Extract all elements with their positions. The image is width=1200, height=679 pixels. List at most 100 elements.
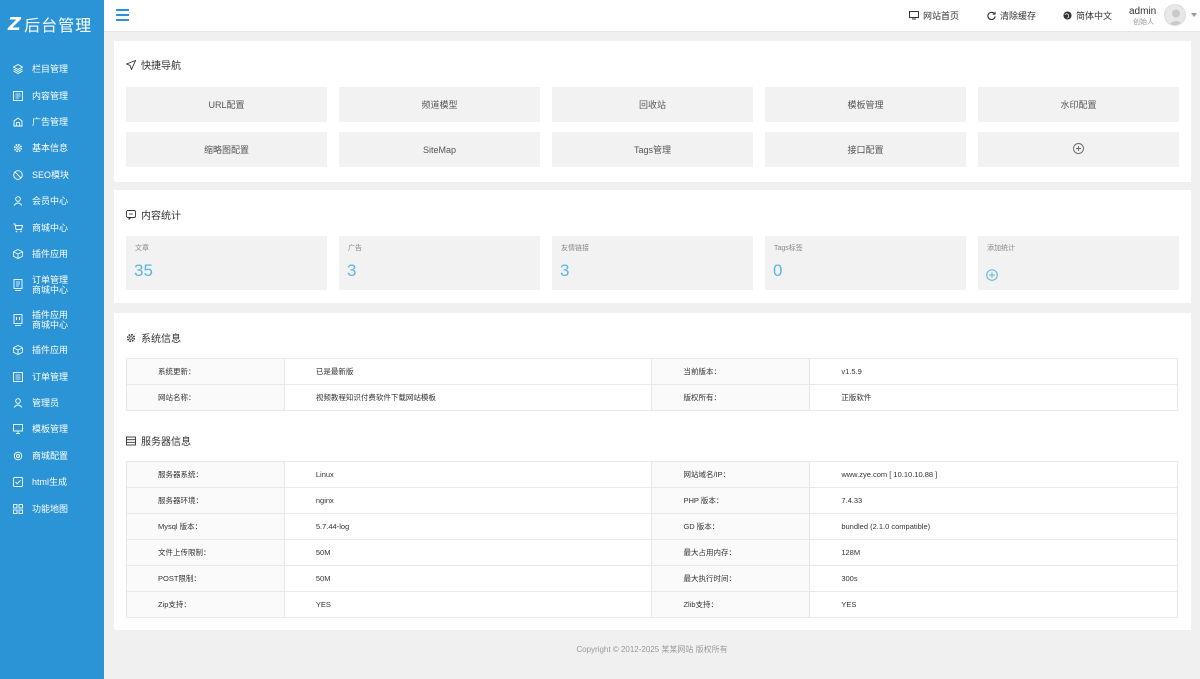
chevron-down-icon[interactable] bbox=[1191, 13, 1197, 17]
sidebar-item[interactable]: 基本信息 bbox=[0, 135, 104, 161]
info-key: 最大占用内存： bbox=[651, 539, 811, 566]
stat-card[interactable]: 添加统计 bbox=[978, 236, 1179, 290]
info-key: 服务器系统： bbox=[126, 461, 285, 488]
quick-nav-button[interactable]: 缩略图配置 bbox=[126, 132, 327, 167]
brand-title: 后台管理 bbox=[24, 18, 93, 35]
sidebar-menu: 栏目管理 内容管理 广告管理 基本信息 SEO模块 会员中心 商城中心 插件应用 订单管理 商城中… bbox=[0, 56, 104, 522]
quick-nav-panel: 快捷导航 URL配置 频道模型 回收站 模板管理 水印配置缩略图配置 SiteMap Tag… bbox=[114, 41, 1191, 182]
logo-mark: Z bbox=[8, 13, 23, 35]
logo[interactable]: Z 后台管理 bbox=[0, 0, 104, 48]
stat-value: 3 bbox=[347, 261, 357, 280]
info-key: Mysql 版本： bbox=[126, 513, 285, 540]
admin-name[interactable]: admin bbox=[1129, 6, 1156, 17]
info-value: nginx bbox=[283, 487, 653, 514]
info-value: YES bbox=[809, 591, 1178, 618]
quick-nav-title-text: 快捷导航 bbox=[141, 61, 181, 72]
sidebar: Z 后台管理 栏目管理 内容管理 广告管理 基本信息 SEO模块 会员中心 商城中心 插件应用… bbox=[0, 0, 104, 679]
server-info-title: 服务器信息 bbox=[126, 433, 191, 448]
admin-role: 创始人 bbox=[1133, 19, 1154, 26]
sidebar-item[interactable]: 商城中心 bbox=[0, 214, 104, 240]
info-key: PHP 版本： bbox=[651, 487, 811, 514]
stat-label: 文章 bbox=[135, 245, 149, 252]
content-stats-title-text: 内容统计 bbox=[141, 211, 181, 222]
cube-icon bbox=[12, 345, 23, 356]
sidebar-item[interactable]: 栏目管理 bbox=[0, 56, 104, 82]
monitor-icon bbox=[909, 11, 919, 20]
chat-icon bbox=[126, 209, 136, 220]
quick-nav-button[interactable]: SiteMap bbox=[339, 132, 540, 167]
cube-icon bbox=[12, 248, 23, 259]
system-info-panel: 系统信息 系统更新： 已是最新版 当前版本： v1.5.9 网站名称： 视频教程知识付费软… bbox=[114, 313, 1191, 630]
table-row: 服务器环境： nginx PHP 版本： 7.4.33 bbox=[126, 487, 1178, 514]
sidebar-item-label: 栏目管理 bbox=[32, 64, 69, 75]
quick-nav-button[interactable]: 频道模型 bbox=[339, 87, 540, 122]
settings-icon bbox=[12, 450, 23, 461]
info-value: 正版软件 bbox=[809, 384, 1178, 411]
sidebar-item[interactable]: 插件应用 商城中心 bbox=[0, 302, 104, 337]
info-value: 视频教程知识付费软件下载网站模板 bbox=[283, 384, 653, 411]
quick-nav-button[interactable]: 回收站 bbox=[552, 87, 753, 122]
quick-nav-title: 快捷导航 bbox=[126, 57, 181, 72]
sidebar-item[interactable]: 订单管理 商城中心 bbox=[0, 267, 104, 302]
sidebar-item[interactable]: 插件应用 bbox=[0, 337, 104, 363]
sidebar-item[interactable]: 商城配置 bbox=[0, 443, 104, 469]
quick-nav-button[interactable]: 模板管理 bbox=[765, 87, 966, 122]
monitor-icon bbox=[12, 424, 23, 435]
plus-circle-icon bbox=[1073, 143, 1084, 156]
send-icon bbox=[126, 59, 136, 70]
info-key: 版权所有： bbox=[651, 384, 811, 411]
clear-cache-button[interactable]: 清除缓存 bbox=[987, 9, 1036, 22]
quick-nav-button[interactable]: 水印配置 bbox=[978, 87, 1179, 122]
sidebar-item-label: 会员中心 bbox=[32, 196, 69, 207]
sidebar-item[interactable]: 管理员 bbox=[0, 390, 104, 416]
site-home-link[interactable]: 网站首页 bbox=[909, 9, 959, 22]
sidebar-item[interactable]: 内容管理 bbox=[0, 82, 104, 108]
sidebar-item-label: 模板管理 bbox=[32, 424, 69, 435]
quick-nav-button[interactable]: Tags管理 bbox=[552, 132, 753, 167]
info-value: 128M bbox=[809, 539, 1178, 566]
stat-label: Tags标签 bbox=[774, 245, 803, 252]
sidebar-item-label: 插件应用 商城中心 bbox=[32, 309, 69, 330]
add-quick-nav-button[interactable] bbox=[978, 132, 1179, 167]
refresh-icon bbox=[987, 11, 996, 20]
hamburger-icon[interactable] bbox=[116, 9, 129, 21]
table-row: 文件上传限制： 50M 最大占用内存： 128M bbox=[126, 539, 1178, 566]
sidebar-item[interactable]: 会员中心 bbox=[0, 188, 104, 214]
sidebar-item[interactable]: 广告管理 bbox=[0, 109, 104, 135]
plugin-icon bbox=[12, 313, 23, 326]
sidebar-item-label: 广告管理 bbox=[32, 116, 69, 127]
content-stats-title: 内容统计 bbox=[126, 207, 181, 222]
grid-icon bbox=[12, 503, 23, 514]
sidebar-item-label: 管理员 bbox=[32, 398, 60, 409]
stat-card: Tags标签 0 bbox=[765, 236, 966, 290]
info-key: 当前版本： bbox=[651, 358, 811, 385]
info-key: POST限制： bbox=[126, 565, 285, 592]
sidebar-item[interactable]: 模板管理 bbox=[0, 416, 104, 442]
sidebar-item-label: html生成 bbox=[32, 477, 68, 488]
server-info-title-text: 服务器信息 bbox=[141, 437, 191, 448]
table-row: Mysql 版本： 5.7.44-log GD 版本： bundled (2.1.0 … bbox=[126, 513, 1178, 540]
info-value: 50M bbox=[283, 539, 653, 566]
sidebar-item[interactable]: html生成 bbox=[0, 469, 104, 495]
info-value: 5.7.44-log bbox=[283, 513, 653, 540]
sidebar-item[interactable]: 功能地图 bbox=[0, 495, 104, 521]
avatar[interactable] bbox=[1164, 4, 1186, 26]
quick-nav-button[interactable]: URL配置 bbox=[126, 87, 327, 122]
table-row: 服务器系统： Linux 网站域名/IP： www.zye.com [ 10.10.1… bbox=[126, 461, 1178, 488]
stat-value: 35 bbox=[134, 261, 153, 280]
language-switch[interactable]: 简体中文 bbox=[1063, 9, 1112, 22]
sidebar-item[interactable]: 插件应用 bbox=[0, 241, 104, 267]
info-value: YES bbox=[283, 591, 653, 618]
system-info-table: 系统更新： 已是最新版 当前版本： v1.5.9 网站名称： 视频教程知识付费软件下载网站… bbox=[126, 358, 1178, 411]
info-key: GD 版本： bbox=[651, 513, 811, 540]
sidebar-item[interactable]: 订单管理 bbox=[0, 364, 104, 390]
sidebar-item-label: 订单管理 商城中心 bbox=[32, 274, 69, 295]
table-row: 网站名称： 视频教程知识付费软件下载网站模板 版权所有： 正版软件 bbox=[126, 384, 1178, 411]
table-row: 系统更新： 已是最新版 当前版本： v1.5.9 bbox=[126, 358, 1178, 385]
plus-circle-icon bbox=[986, 266, 998, 286]
stat-value: 0 bbox=[773, 261, 783, 280]
quick-nav-button[interactable]: 接口配置 bbox=[765, 132, 966, 167]
stat-label: 广告 bbox=[348, 245, 362, 252]
info-key: Zip支持： bbox=[126, 591, 285, 618]
sidebar-item[interactable]: SEO模块 bbox=[0, 162, 104, 188]
